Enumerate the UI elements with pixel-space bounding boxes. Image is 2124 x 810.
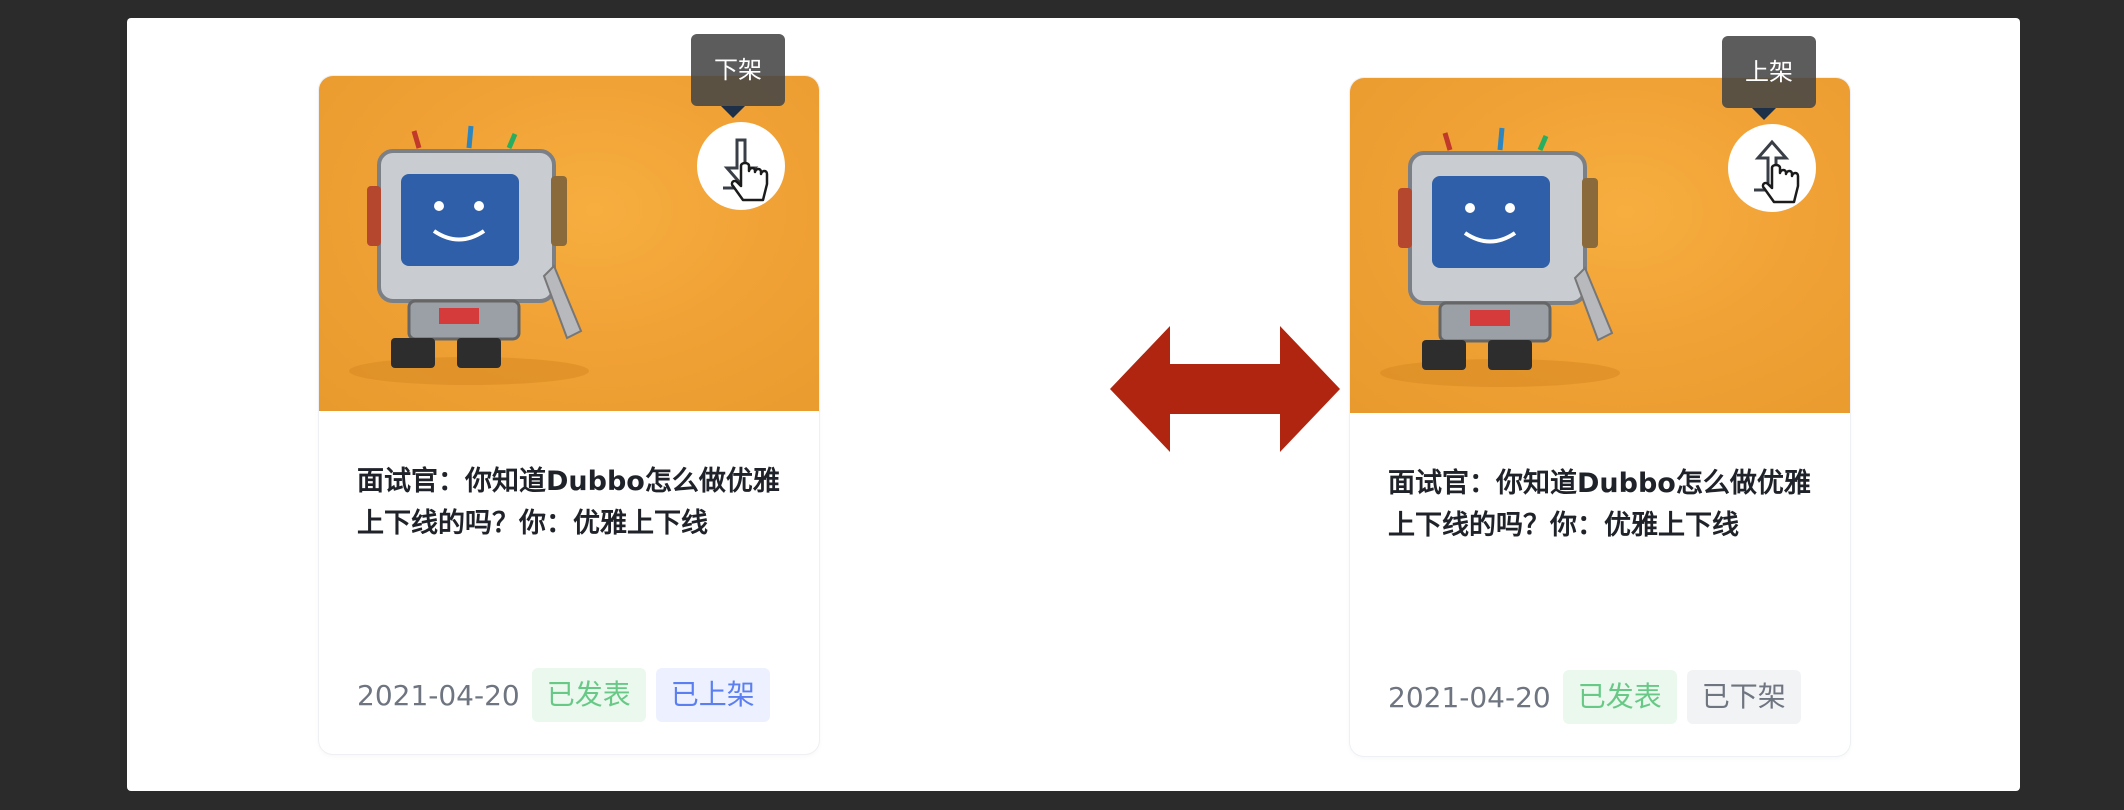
hand-cursor-icon: [1761, 163, 1800, 204]
article-card-unlisted[interactable]: 上架 面试官：你知道Dubbo怎么做优雅上下线的吗？你：优雅上下线 2021-0…: [1350, 36, 1850, 756]
status-badge-listed: 已上架: [655, 668, 770, 722]
double-arrow-icon: [1110, 326, 1340, 452]
hand-cursor-icon: [730, 161, 769, 202]
status-badge-published: 已发表: [1562, 670, 1677, 724]
tooltip-list: 上架: [1722, 36, 1816, 108]
publish-date: 2021-04-20: [1388, 680, 1551, 714]
article-title[interactable]: 面试官：你知道Dubbo怎么做优雅上下线的吗？你：优雅上下线: [357, 461, 789, 545]
main-panel: 下架 面试官：你知道Dubbo怎么做优雅上下线的吗？你：优雅上下线 2021-0…: [127, 18, 2020, 791]
publish-date: 2021-04-20: [357, 678, 520, 712]
tooltip-unlist: 下架: [691, 34, 785, 106]
article-title[interactable]: 面试官：你知道Dubbo怎么做优雅上下线的吗？你：优雅上下线: [1388, 463, 1820, 547]
status-badge-published: 已发表: [531, 668, 646, 722]
tooltip-arrow: [721, 106, 745, 118]
tooltip-arrow: [1752, 108, 1776, 120]
article-card-listed[interactable]: 下架 面试官：你知道Dubbo怎么做优雅上下线的吗？你：优雅上下线 2021-0…: [319, 34, 819, 754]
article-meta: 2021-04-20 已发表 已上架: [357, 668, 770, 722]
unlist-button[interactable]: [697, 122, 785, 210]
list-button[interactable]: [1728, 124, 1816, 212]
article-meta: 2021-04-20 已发表 已下架: [1388, 670, 1801, 724]
status-badge-unlisted: 已下架: [1686, 670, 1801, 724]
